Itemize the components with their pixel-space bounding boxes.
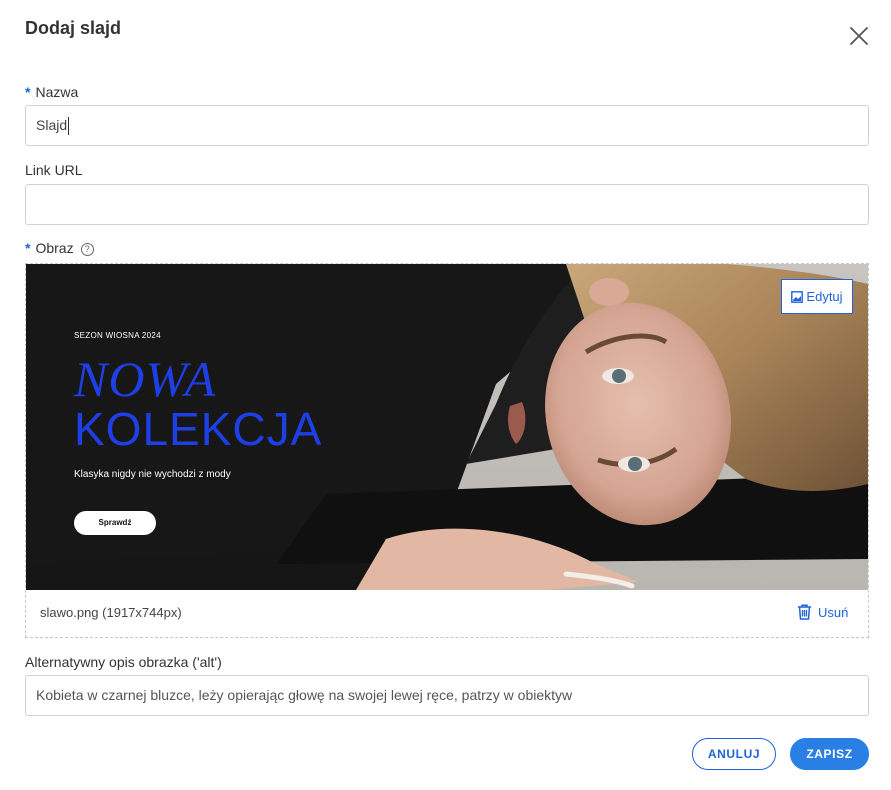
trash-icon xyxy=(798,604,811,620)
banner-preview-image: SEZON WIOSNA 2024 NOWA KOLEKCJA Klasyka … xyxy=(26,264,868,590)
delete-image-label: Usuń xyxy=(818,605,849,620)
alt-label: Alternatywny opis obrazka ('alt') xyxy=(25,654,222,670)
banner-tagline: Klasyka nigdy nie wychodzi z mody xyxy=(74,469,231,480)
banner-cta-button: Sprawdź xyxy=(74,511,156,535)
banner-headline-2: KOLEKCJA xyxy=(74,403,323,455)
image-upload-area: SEZON WIOSNA 2024 NOWA KOLEKCJA Klasyka … xyxy=(25,263,869,638)
name-label: * Nazwa xyxy=(25,84,78,100)
name-input-value: Slajd xyxy=(36,117,68,133)
cancel-button[interactable]: ANULUJ xyxy=(692,738,776,770)
link-label: Link URL xyxy=(25,162,83,178)
file-info: slawo.png (1917x744px) xyxy=(40,605,182,620)
save-button[interactable]: ZAPISZ xyxy=(790,738,869,770)
banner-headline-1: NOWA xyxy=(74,351,217,407)
edit-image-label: Edytuj xyxy=(806,289,843,304)
close-icon[interactable] xyxy=(848,25,870,47)
dialog-title: Dodaj slajd xyxy=(25,18,122,38)
image-label: * Obraz? xyxy=(25,240,94,256)
delete-image-button[interactable]: Usuń xyxy=(797,604,848,620)
name-input[interactable]: Slajd xyxy=(25,105,869,146)
alt-text-input[interactable]: Kobieta w czarnej bluzce, leży opierając… xyxy=(25,675,869,716)
name-label-text: Nazwa xyxy=(35,84,79,100)
required-mark: * xyxy=(25,240,31,256)
required-mark: * xyxy=(25,84,31,100)
edit-image-button[interactable]: Edytuj xyxy=(781,279,853,314)
link-url-input[interactable] xyxy=(25,184,869,225)
help-icon[interactable]: ? xyxy=(80,243,94,256)
image-label-text: Obraz xyxy=(35,240,74,256)
banner-season-text: SEZON WIOSNA 2024 xyxy=(74,331,161,340)
text-cursor xyxy=(68,117,70,136)
image-icon xyxy=(791,291,804,303)
